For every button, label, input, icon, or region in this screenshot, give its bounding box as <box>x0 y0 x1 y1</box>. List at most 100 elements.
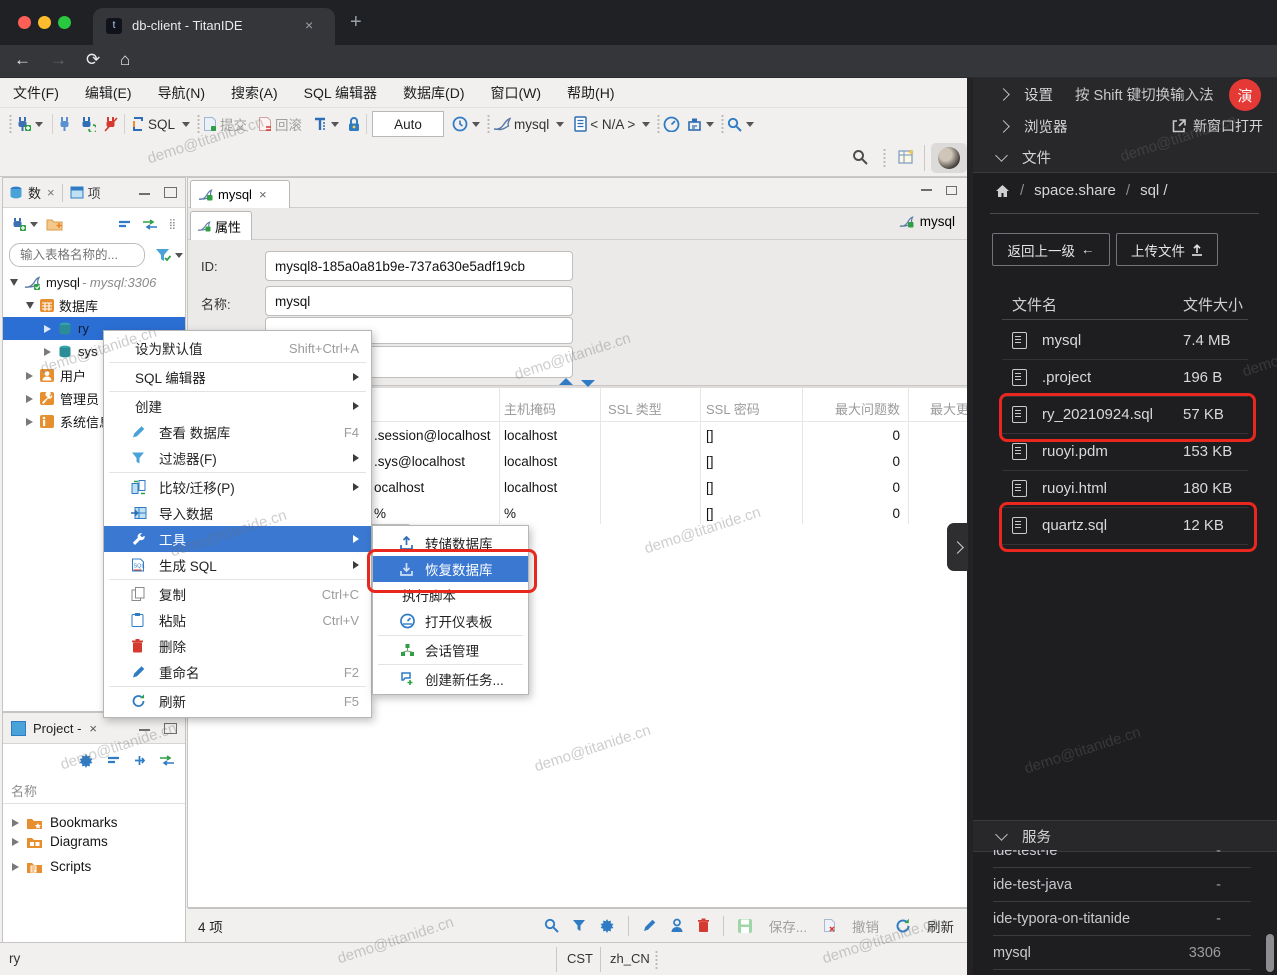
auto-commit-select[interactable]: Auto <box>372 111 445 137</box>
menu-item-paste[interactable]: 粘贴 Ctrl+V <box>104 607 371 633</box>
new-view-grid-icon[interactable] <box>898 148 916 166</box>
menu-item-filter[interactable]: 过滤器(F) <box>104 445 371 471</box>
tab-close-icon[interactable]: × <box>305 17 313 33</box>
home-icon[interactable]: ⌂ <box>120 50 130 70</box>
dashboard-gauge-icon[interactable] <box>663 116 680 132</box>
project-collapse-all-icon[interactable] <box>107 755 120 766</box>
link-with-editor-icon[interactable] <box>142 218 158 230</box>
grid-cell-cipher[interactable]: [] <box>706 506 714 521</box>
view-menu-dots-icon[interactable]: ⣿ <box>169 219 177 230</box>
submenu-item-dump-database[interactable]: 转储数据库 <box>373 530 528 556</box>
transaction-mode-icon[interactable] <box>313 116 327 132</box>
connect-icon[interactable] <box>58 116 72 132</box>
toolbar-search-icon[interactable] <box>727 117 743 132</box>
reload-icon[interactable]: ⟳ <box>86 50 100 70</box>
sidebar-section-services[interactable]: 服务 <box>973 820 1277 852</box>
rollback-label[interactable]: 回滚 <box>275 114 302 134</box>
splitter-collapse-down-icon[interactable] <box>580 379 596 388</box>
grid-cell-maxq[interactable]: 0 <box>810 428 900 443</box>
grid-cell-cipher[interactable]: [] <box>706 428 714 443</box>
menu-item-refresh[interactable]: 刷新 F5 <box>104 688 371 714</box>
tab-database-navigator[interactable]: 数 <box>28 183 41 202</box>
tree-item-connection-mysql[interactable]: mysql - mysql:3306 <box>3 271 185 294</box>
menu-search[interactable]: 搜索(A) <box>218 83 291 103</box>
menu-item-set-default[interactable]: 设为默认值 Shift+Ctrl+A <box>104 335 371 361</box>
submenu-item-session-manager[interactable]: 会话管理 <box>373 637 528 663</box>
new-tab-button[interactable]: + <box>350 11 362 34</box>
minimize-panel-icon[interactable] <box>139 190 150 195</box>
grid-cell-host[interactable]: localhost <box>504 428 557 443</box>
sql-label[interactable]: SQL <box>148 117 175 132</box>
export-tool-icon[interactable] <box>687 117 702 132</box>
active-connection-label[interactable]: mysql <box>514 117 549 132</box>
grid-cell-cipher[interactable]: [] <box>706 454 714 469</box>
file-row-ry-sql[interactable]: ry_20210924.sql 57 KB <box>1002 396 1248 434</box>
menu-file[interactable]: 文件(F) <box>0 83 72 103</box>
statusbar-locale[interactable]: zh_CN <box>610 951 650 966</box>
catalog-doc-icon[interactable] <box>574 116 588 132</box>
grid-header-max-questions[interactable]: 最大问题数 <box>790 399 900 418</box>
refresh-icon[interactable] <box>895 918 911 934</box>
demo-badge[interactable]: 演 <box>1229 79 1261 111</box>
grid-cell-maxq[interactable]: 0 <box>810 506 900 521</box>
expander-right-icon[interactable] <box>26 371 33 380</box>
quick-search-icon[interactable] <box>852 149 868 165</box>
tab-projects[interactable]: 项 <box>88 183 101 202</box>
maximize-panel-icon[interactable] <box>164 187 177 198</box>
upload-file-button[interactable]: 上传文件 <box>1116 233 1218 266</box>
expander-right-icon[interactable] <box>12 818 19 827</box>
project-expand-icon[interactable] <box>133 754 146 767</box>
save-label[interactable]: 保存... <box>769 916 807 936</box>
menu-edit[interactable]: 编辑(E) <box>72 83 145 103</box>
grid-cell-user[interactable]: .session@localhost <box>374 428 491 443</box>
menu-item-copy[interactable]: 复制 Ctrl+C <box>104 581 371 607</box>
sql-script-icon[interactable] <box>130 116 145 132</box>
grid-user-icon[interactable] <box>670 918 684 933</box>
project-panel-close-icon[interactable]: × <box>89 721 97 736</box>
maximize-window-button[interactable] <box>58 16 71 29</box>
project-settings-gear-icon[interactable] <box>78 753 94 769</box>
properties-subtab[interactable]: 属性 <box>190 211 252 240</box>
menu-item-delete[interactable]: 删除 <box>104 633 371 659</box>
nav-connection-caret[interactable] <box>30 221 38 227</box>
project-item-diagrams[interactable]: Diagrams <box>3 829 185 854</box>
editor-maximize-icon[interactable] <box>946 186 957 195</box>
statusbar-timezone[interactable]: CST <box>567 951 593 966</box>
expander-right-icon[interactable] <box>26 417 33 426</box>
menu-help[interactable]: 帮助(H) <box>554 83 627 103</box>
menu-item-compare-migrate[interactable]: 比较/迁移(P) <box>104 474 371 500</box>
tree-item-databases[interactable]: 数据库 <box>3 294 185 317</box>
schema-caret[interactable] <box>642 121 651 127</box>
home-icon[interactable] <box>995 184 1010 198</box>
grid-cell-host[interactable]: % <box>504 506 516 521</box>
menu-item-sql-editor[interactable]: SQL 编辑器 <box>104 364 371 390</box>
browser-tab[interactable]: t db-client - TitanIDE × <box>93 8 335 45</box>
maximize-panel-icon[interactable] <box>164 722 177 734</box>
expander-right-icon[interactable] <box>12 837 19 846</box>
grid-cell-cipher[interactable]: [] <box>706 480 714 495</box>
refresh-label[interactable]: 刷新 <box>927 916 954 936</box>
file-row-ruoyi-pdm[interactable]: ruoyi.pdm 153 KB <box>1002 433 1248 471</box>
file-row-quartz-sql[interactable]: quartz.sql 12 KB <box>1002 507 1248 545</box>
back-icon[interactable]: ← <box>14 50 31 70</box>
grid-cell-user[interactable]: % <box>374 506 386 521</box>
project-item-scripts[interactable]: Scripts <box>3 854 185 879</box>
filter-caret[interactable] <box>175 252 183 258</box>
grid-header-max-updates[interactable]: 最大更 <box>930 399 968 418</box>
new-folder-icon[interactable] <box>46 217 63 231</box>
project-link-editor-icon[interactable] <box>159 755 175 766</box>
editor-minimize-icon[interactable] <box>921 188 932 191</box>
grid-cell-host[interactable]: localhost <box>504 480 557 495</box>
sidebar-scrollbar-thumb[interactable] <box>1266 934 1274 972</box>
id-field[interactable] <box>265 251 573 281</box>
reconnect-icon[interactable] <box>80 116 96 132</box>
service-row-mysql[interactable]: mysql 3306 <box>993 936 1251 970</box>
grid-search-icon[interactable] <box>544 918 559 933</box>
sql-caret[interactable] <box>182 121 191 127</box>
menu-item-create[interactable]: 创建 <box>104 393 371 419</box>
table-filter-input[interactable] <box>9 243 145 267</box>
name-field[interactable] <box>265 286 573 316</box>
grid-header-ssl-cipher[interactable]: SSL 密码 <box>706 399 760 418</box>
commit-icon[interactable] <box>203 116 217 132</box>
expander-right-icon[interactable] <box>44 324 51 333</box>
